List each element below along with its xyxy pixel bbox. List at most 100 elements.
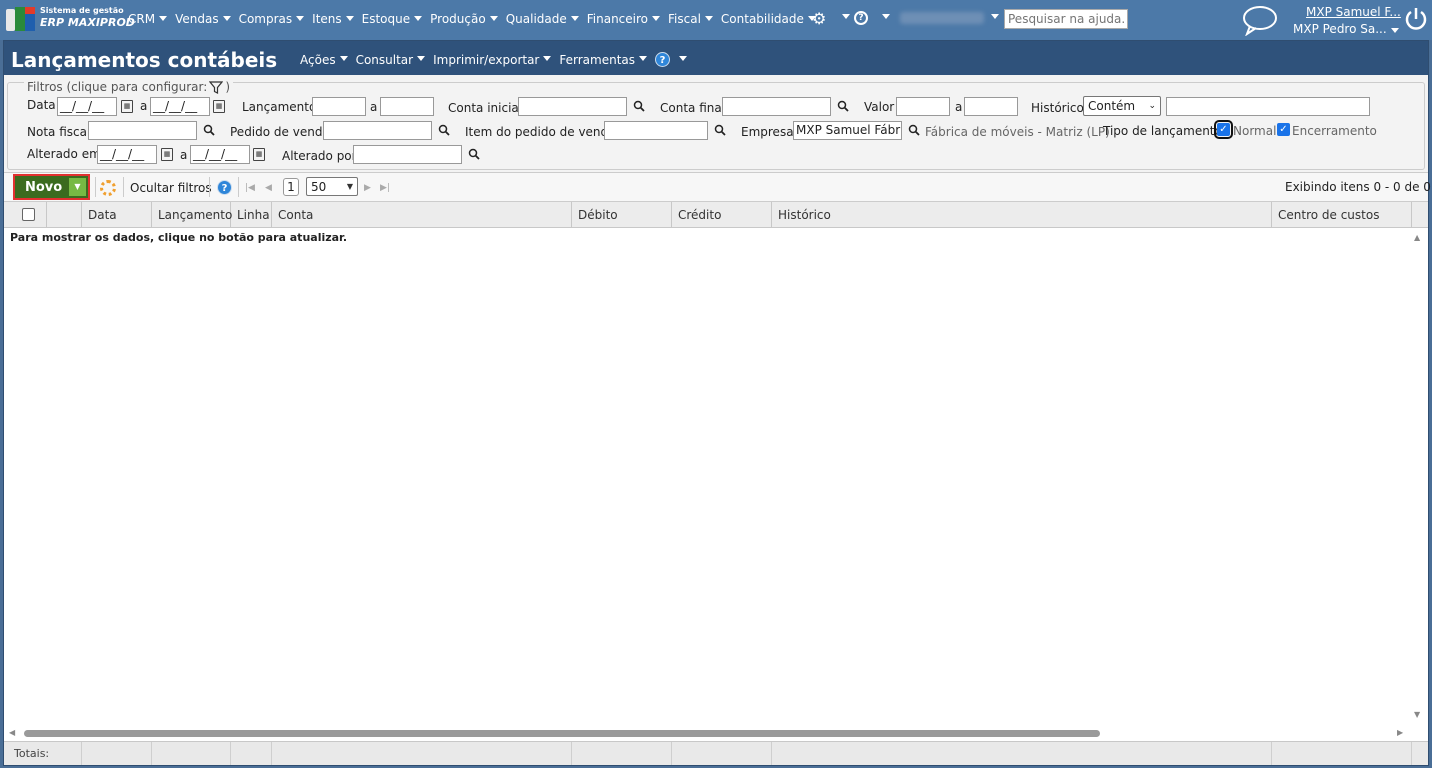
valor-from-field[interactable] [896,97,950,116]
scroll-left-icon[interactable]: ◀ [9,728,15,737]
empresa-field[interactable]: MXP Samuel Fábrica [793,121,902,140]
page-help-menu[interactable]: ? [655,52,688,67]
menu-crm[interactable]: CRM [128,10,168,28]
toolbar-divider [123,177,124,197]
menu-acoes[interactable]: Ações [300,52,348,67]
historico-field[interactable] [1166,97,1370,116]
company-user-link[interactable]: MXP Samuel F... [1306,5,1401,19]
nota-fiscal-field[interactable] [88,121,197,140]
alterado-em-from-field[interactable]: __/__/__ [97,145,157,164]
help-chevron-down-icon[interactable] [882,14,890,19]
calendar-icon[interactable]: ▦ [161,148,173,161]
chat-icon[interactable] [1241,4,1279,36]
search-icon[interactable] [633,100,645,112]
chevron-down-icon [570,15,579,21]
novo-dropdown-icon[interactable]: ▼ [69,178,86,196]
pedido-venda-field[interactable] [323,121,432,140]
settings-chevron-down-icon[interactable] [842,14,850,19]
column-historico[interactable]: Histórico [772,202,1272,227]
gear-icon[interactable]: ⚙ [812,11,826,27]
chevron-down-icon: ⌄ [1148,101,1156,111]
lancamento-from-field[interactable] [312,97,366,116]
menu-qualidade[interactable]: Qualidade [506,10,579,28]
vertical-scrollbar[interactable]: ▲ ▼ [1410,229,1426,724]
filters-legend[interactable]: Filtros (clique para configurar: ) [24,80,233,94]
alterado-em-to-field[interactable]: __/__/__ [190,145,250,164]
conta-inicial-label: Conta inicial [448,101,523,115]
item-pedido-field[interactable] [604,121,708,140]
help-icon[interactable]: ? [217,180,232,195]
column-centro-custos[interactable]: Centro de custos [1272,202,1412,227]
chevron-down-icon [417,56,426,61]
column-data[interactable]: Data [82,202,152,227]
calendar-icon[interactable]: ▦ [121,100,133,113]
menu-vendas[interactable]: Vendas [175,10,231,28]
next-page-icon[interactable]: ▶ [364,183,371,193]
scroll-right-icon[interactable]: ▶ [1397,728,1403,737]
column-lancamento[interactable]: Lançamento [152,202,232,227]
search-icon[interactable] [203,124,215,136]
refresh-icon[interactable] [100,180,116,196]
horizontal-scrollbar[interactable]: ◀ ▶ [4,724,1410,741]
current-user-menu[interactable]: MXP Pedro Sa... [1293,22,1399,36]
last-page-icon[interactable]: ▶| [380,183,390,193]
scroll-up-icon[interactable]: ▲ [1414,233,1420,242]
erp-logo-icon[interactable] [6,7,35,31]
column-linha[interactable]: Linha [231,202,272,227]
data-from-field[interactable]: __/__/__ [57,97,117,116]
tipo-encerramento-checkbox[interactable]: ✓ [1277,123,1290,136]
scroll-down-icon[interactable]: ▼ [1414,710,1420,719]
historico-mode-select[interactable]: Contém ⌄ [1083,96,1161,116]
menu-consultar[interactable]: Consultar [356,52,426,67]
column-conta[interactable]: Conta [272,202,572,227]
column-credito[interactable]: Crédito [672,202,772,227]
search-icon[interactable] [837,100,849,112]
calendar-icon[interactable]: ▦ [253,148,265,161]
tipo-normal-checkbox[interactable]: ✓ [1214,120,1233,139]
horizontal-scroll-thumb[interactable] [24,730,1100,737]
select-all-checkbox[interactable] [22,208,35,221]
menu-producao[interactable]: Produção [430,10,498,28]
novo-button[interactable]: Novo ▼ [13,174,90,200]
menu-itens[interactable]: Itens [312,10,354,28]
menu-ferramentas[interactable]: Ferramentas [559,52,648,67]
menu-financeiro[interactable]: Financeiro [587,10,661,28]
calendar-icon[interactable]: ▦ [213,100,225,113]
menu-fiscal[interactable]: Fiscal [668,10,713,28]
filter-icon [209,80,224,94]
empresa-label: Empresa [741,125,794,139]
column-debito[interactable]: Débito [572,202,672,227]
blurred-account-selector[interactable] [900,12,984,24]
page-title: Lançamentos contábeis [11,48,278,72]
search-icon[interactable] [908,124,920,136]
prev-page-icon[interactable]: ◀ [265,183,272,193]
chevron-down-icon [159,15,168,21]
conta-inicial-field[interactable] [518,97,627,116]
power-icon[interactable] [1403,6,1429,32]
chevron-down-icon [414,15,423,21]
menu-contabilidade[interactable]: Contabilidade [721,10,816,28]
help-icon[interactable]: ? [854,11,868,25]
conta-final-field[interactable] [722,97,831,116]
hide-filters-button[interactable]: Ocultar filtros [130,181,212,195]
menu-compras[interactable]: Compras [239,10,305,28]
search-icon[interactable] [468,148,480,160]
menu-estoque[interactable]: Estoque [362,10,423,28]
valor-to-field[interactable] [964,97,1018,116]
first-page-icon[interactable]: |◀ [245,183,255,193]
lancamento-to-field[interactable] [380,97,434,116]
alterado-em-sep: a [180,148,188,162]
help-search-input[interactable] [1004,9,1128,29]
page-number-field[interactable]: 1 [283,178,299,196]
menu-imprimir-exportar[interactable]: Imprimir/exportar [433,52,552,67]
alterado-por-field[interactable] [353,145,462,164]
search-icon[interactable] [438,124,450,136]
totals-cell [4,742,82,765]
search-icon[interactable] [714,124,726,136]
page-size-select[interactable]: 50 ▼ [306,177,358,196]
totals-cell [772,742,1272,765]
totals-cell [572,742,672,765]
totals-cell [152,742,231,765]
account-chevron-down-icon[interactable] [991,14,999,19]
data-to-field[interactable]: __/__/__ [150,97,210,116]
